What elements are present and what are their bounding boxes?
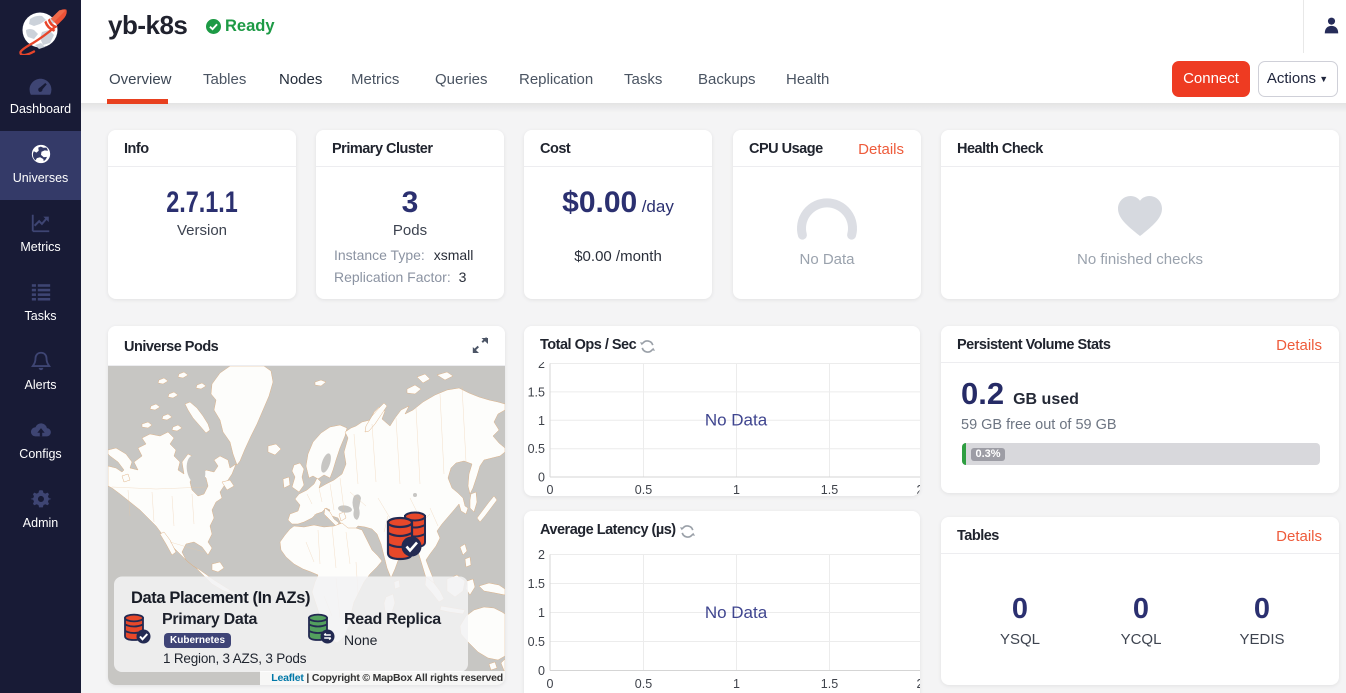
svg-text:0: 0 <box>547 677 554 691</box>
svg-text:1: 1 <box>538 606 545 620</box>
svg-text:1.5: 1.5 <box>821 483 838 496</box>
svg-text:0.5: 0.5 <box>635 677 652 691</box>
svg-text:1: 1 <box>538 414 545 428</box>
svg-text:No Data: No Data <box>799 251 855 268</box>
svg-text:1: 1 <box>733 677 740 691</box>
svg-text:1.5: 1.5 <box>821 677 838 691</box>
svg-text:0: 0 <box>538 664 545 678</box>
svg-text:2: 2 <box>917 483 920 496</box>
svg-text:1.5: 1.5 <box>528 385 545 399</box>
svg-text:No Data: No Data <box>705 603 768 622</box>
svg-text:2: 2 <box>538 548 545 562</box>
svg-text:0: 0 <box>538 471 545 485</box>
svg-text:No Data: No Data <box>705 411 768 430</box>
svg-text:Data Placement (In AZs): Data Placement (In AZs) <box>131 589 310 607</box>
svg-text:0.5: 0.5 <box>528 442 545 456</box>
svg-text:0.5: 0.5 <box>528 635 545 649</box>
svg-text:1: 1 <box>733 483 740 496</box>
svg-text:1.5: 1.5 <box>528 577 545 591</box>
svg-text:0.5: 0.5 <box>635 483 652 496</box>
svg-text:2: 2 <box>917 677 920 691</box>
svg-text:0: 0 <box>547 483 554 496</box>
